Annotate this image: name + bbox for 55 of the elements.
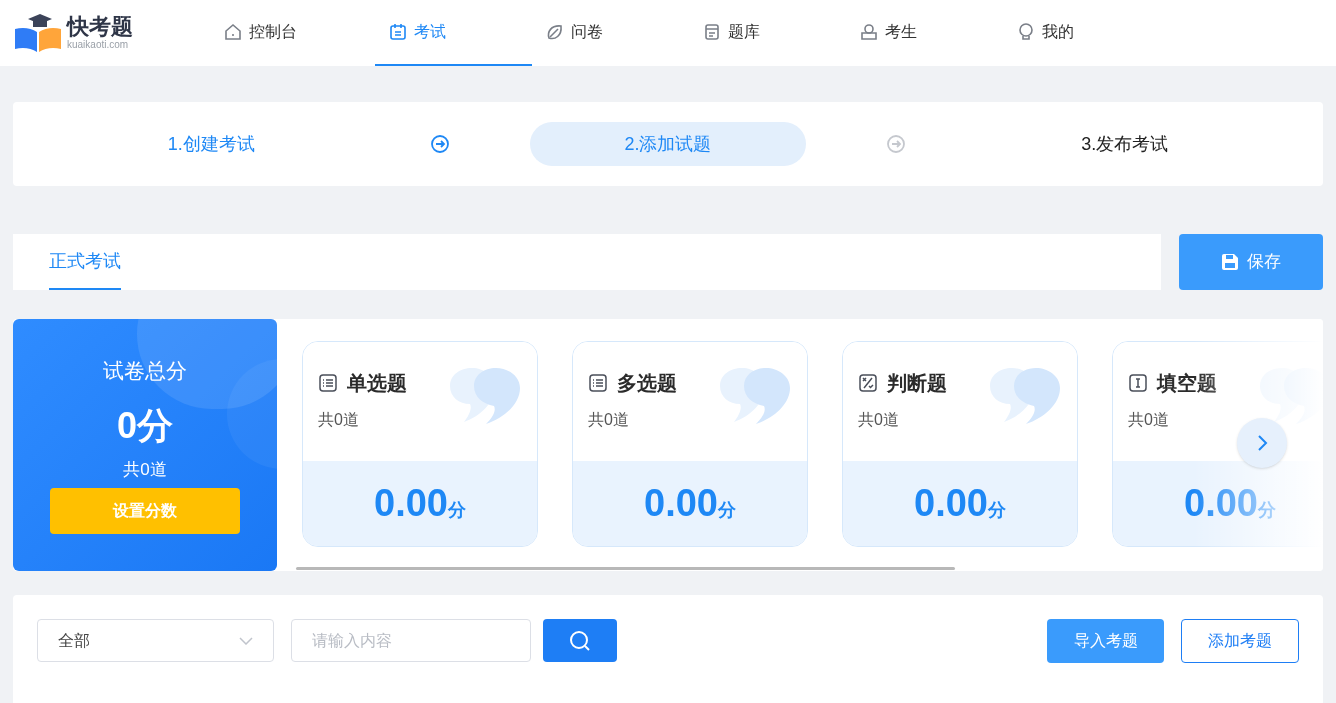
- question-type-name: 填空题: [1157, 371, 1217, 396]
- score-unit: 分: [718, 500, 736, 522]
- text-cursor-icon: [1128, 373, 1148, 393]
- search-icon: [569, 629, 591, 652]
- question-score: 0.00: [1184, 481, 1258, 526]
- nav-tab[interactable]: 控制台: [210, 0, 375, 66]
- scrollbar[interactable]: [296, 567, 955, 570]
- arrow-right-icon: [429, 134, 450, 154]
- total-title: 试卷总分: [103, 358, 187, 384]
- question-count: 共0道: [858, 410, 900, 430]
- arrow-right-icon: [886, 134, 907, 154]
- question-type-card[interactable]: 多选题 共0道 0.00分: [572, 341, 808, 547]
- logo-domain: kuaikaoti.com: [67, 40, 130, 50]
- total-score: 0分: [117, 403, 173, 448]
- question-score: 0.00: [644, 481, 718, 526]
- nav-tab[interactable]: 题库: [689, 0, 846, 66]
- nav-tab[interactable]: 问卷: [532, 0, 689, 66]
- search-field[interactable]: 请输入内容: [291, 619, 531, 662]
- list-icon: [318, 373, 338, 393]
- chevron-right-icon: [1255, 434, 1269, 452]
- score-unit: 分: [448, 500, 466, 522]
- question-score: 0.00: [914, 481, 988, 526]
- exam-tab[interactable]: 正式考试: [49, 234, 121, 290]
- logo-text: 快考题: [67, 16, 133, 38]
- home-icon: [223, 22, 243, 42]
- search-button[interactable]: [543, 619, 617, 662]
- nav-tab[interactable]: 考试: [375, 0, 532, 66]
- score-unit: 分: [988, 500, 1006, 522]
- chevron-down-icon: [239, 636, 253, 645]
- step-label: 2.添加试题: [530, 122, 806, 166]
- question-score: 0.00: [374, 481, 448, 526]
- nav-tab[interactable]: 我的: [1003, 0, 1160, 66]
- question-type-name: 判断题: [887, 371, 947, 396]
- question-count: 共0道: [588, 410, 630, 430]
- nav-tab[interactable]: 考生: [846, 0, 1003, 66]
- step-label: 3.发布考试: [1080, 132, 1170, 156]
- logo-icon: [13, 13, 63, 53]
- person-icon: [859, 22, 879, 42]
- list-icon: [588, 373, 608, 393]
- question-type-card[interactable]: 判断题 共0道 0.00分: [842, 341, 1078, 547]
- question-type-name: 单选题: [347, 371, 407, 396]
- step-label: 1.创建考试: [166, 132, 256, 156]
- question-count: 共0道: [1128, 410, 1170, 430]
- add-button[interactable]: 添加考题: [1181, 619, 1299, 663]
- question-type-card[interactable]: 单选题 共0道 0.00分: [302, 341, 538, 547]
- question-count: 共0道: [318, 410, 360, 430]
- type-select[interactable]: 全部: [37, 619, 274, 662]
- save-icon: [1221, 253, 1239, 271]
- question-type-name: 多选题: [617, 371, 677, 396]
- leaf-icon: [545, 22, 565, 42]
- book-icon: [702, 22, 722, 42]
- score-unit: 分: [1258, 500, 1276, 522]
- check-cross-icon: [858, 373, 878, 393]
- total-count: 共0道: [123, 458, 167, 481]
- calendar-icon: [388, 22, 408, 42]
